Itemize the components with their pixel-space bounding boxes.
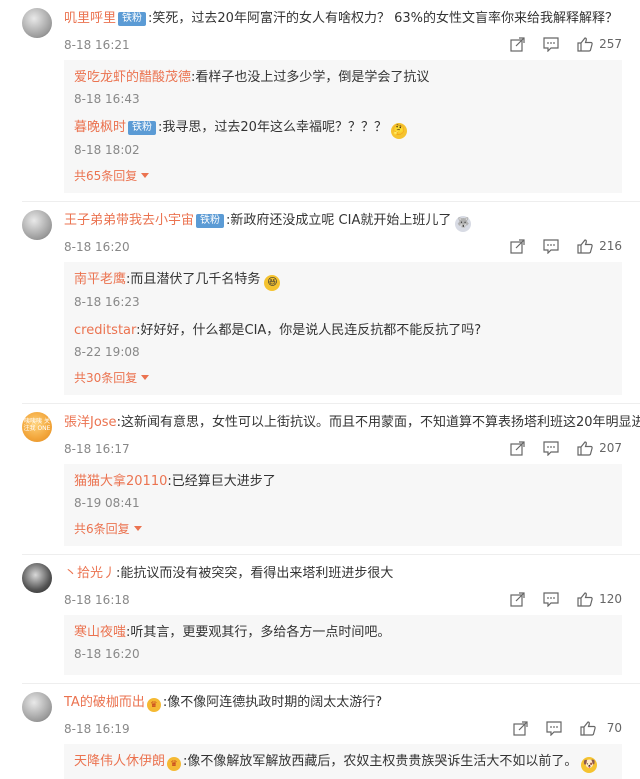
reply-item: 爱吃龙虾的醋酸茂德:看样子也没上过多少学，倒是学会了抗议 8-18 16:43 bbox=[64, 64, 622, 114]
reply-timestamp: 8-18 16:43 bbox=[74, 92, 140, 106]
username[interactable]: 王子弟弟带我去小宇宙 bbox=[64, 213, 194, 228]
comment-text: 王子弟弟带我去小宇宙 铁粉:新政府还没成立呢 CIA就开始上班儿了 🐺 bbox=[64, 212, 610, 232]
thinking-emoji-icon: 🤔 bbox=[390, 123, 407, 139]
reply-item: 天降伟人休伊朗 ♛:像不像解放军解放西藏后，农奴主权贵贵族哭诉生活大不如以前了。 🐶 bbox=[64, 748, 622, 773]
comment-text: 張洋Jose:这新闻有意思，女性可以上街抗议。而且不用蒙面，不知道算不算表扬塔利… bbox=[64, 415, 640, 430]
reply-username[interactable]: 暮晚枫时 bbox=[74, 120, 126, 135]
doge-emoji-icon: 🐶 bbox=[581, 757, 598, 773]
reply-timestamp: 8-18 18:02 bbox=[74, 143, 140, 157]
comment: 叽里呼里 铁粉:笑死，过去20年阿富汗的女人有啥权力？ 63%的女性文盲率你来给我… bbox=[0, 0, 640, 202]
more-replies-link[interactable]: 共65条回复 bbox=[64, 165, 622, 187]
username[interactable]: 張洋Jose bbox=[64, 415, 117, 430]
reply-item: 南平老鹰:而且潜伏了几千名特务 😆 8-18 16:23 bbox=[64, 266, 622, 317]
chevron-down-icon bbox=[141, 375, 150, 380]
comment-text: 叽里呼里 铁粉:笑死，过去20年阿富汗的女人有啥权力？ 63%的女性文盲率你来给我… bbox=[64, 11, 618, 26]
reply-item: 猫猫大拿20110:已经算巨大进步了 8-19 08:41 bbox=[64, 468, 622, 518]
like-icon[interactable] bbox=[577, 36, 593, 52]
reply-timestamp: 8-19 08:41 bbox=[74, 496, 140, 510]
like-count: 207 bbox=[599, 441, 622, 455]
reply-timestamp: 8-18 16:20 bbox=[74, 647, 140, 661]
comment: 王子弟弟带我去小宇宙 铁粉:新政府还没成立呢 CIA就开始上班儿了 🐺 8-18 1… bbox=[0, 202, 640, 404]
reply-item: creditstar:好好好，什么都是CIA，你是说人民连反抗都不能反抗了吗? … bbox=[64, 317, 622, 367]
reply-timestamp: 8-22 19:08 bbox=[74, 345, 140, 359]
like-icon[interactable] bbox=[577, 238, 593, 254]
like-icon[interactable] bbox=[577, 440, 593, 456]
crown-icon: ♛ bbox=[167, 757, 182, 771]
reply-username[interactable]: 爱吃龙虾的醋酸茂德 bbox=[74, 70, 191, 85]
laughing-emoji-icon: 😆 bbox=[264, 275, 281, 291]
username[interactable]: TA的破枷而出 bbox=[64, 695, 145, 710]
comment-icon[interactable] bbox=[546, 720, 562, 736]
comment-text: 丶拾光丿:能抗议而没有被突突，看得出来塔利班进步很大 bbox=[64, 566, 394, 581]
chevron-down-icon bbox=[141, 173, 150, 178]
comment: 咦咦咦 关注我 ONE 張洋Jose:这新闻有意思，女性可以上街抗议。而且不用蒙… bbox=[0, 404, 640, 555]
share-icon[interactable] bbox=[509, 591, 525, 607]
like-icon[interactable] bbox=[580, 720, 596, 736]
reply-list: 猫猫大拿20110:已经算巨大进步了 8-19 08:41 共6条回复 bbox=[64, 464, 622, 546]
share-icon[interactable] bbox=[509, 440, 525, 456]
timestamp: 8-18 16:19 bbox=[64, 722, 130, 736]
reply-username[interactable]: 猫猫大拿20110 bbox=[74, 474, 167, 489]
like-count: 257 bbox=[599, 37, 622, 51]
share-icon[interactable] bbox=[509, 36, 525, 52]
share-icon[interactable] bbox=[509, 238, 525, 254]
username[interactable]: 叽里呼里 bbox=[64, 11, 116, 26]
like-count: 70 bbox=[606, 721, 622, 735]
more-replies-link[interactable]: 共6条回复 bbox=[64, 518, 622, 540]
comment: 丶拾光丿:能抗议而没有被突突，看得出来塔利班进步很大 8-18 16:18 12… bbox=[0, 555, 640, 684]
like-count: 120 bbox=[599, 592, 622, 606]
fan-badge: 铁粉 bbox=[118, 12, 147, 26]
reply-username[interactable]: 南平老鹰 bbox=[74, 272, 126, 287]
reply-list: 寒山夜嗤:听其言，更要观其行，多给各方一点时间吧。 8-18 16:20 bbox=[64, 615, 622, 675]
husky-emoji-icon: 🐺 bbox=[455, 216, 472, 232]
fan-badge: 铁粉 bbox=[196, 214, 225, 228]
timestamp: 8-18 16:18 bbox=[64, 593, 130, 607]
timestamp: 8-18 16:17 bbox=[64, 442, 130, 456]
reply-username[interactable]: 寒山夜嗤 bbox=[74, 625, 126, 640]
fan-badge: 铁粉 bbox=[128, 121, 157, 135]
comment-icon[interactable] bbox=[543, 591, 559, 607]
timestamp: 8-18 16:21 bbox=[64, 38, 130, 52]
comment-icon[interactable] bbox=[543, 238, 559, 254]
reply-username[interactable]: creditstar bbox=[74, 323, 136, 338]
comment-icon[interactable] bbox=[543, 36, 559, 52]
reply-item: 寒山夜嗤:听其言，更要观其行，多给各方一点时间吧。 8-18 16:20 bbox=[64, 619, 622, 669]
username[interactable]: 丶拾光丿 bbox=[64, 566, 116, 581]
reply-list: 天降伟人休伊朗 ♛:像不像解放军解放西藏后，农奴主权贵贵族哭诉生活大不如以前了。 🐶 bbox=[64, 744, 622, 779]
comment-text: TA的破枷而出 ♛:像不像阿连德执政时期的阔太太游行? bbox=[64, 695, 383, 712]
share-icon[interactable] bbox=[512, 720, 528, 736]
comment: TA的破枷而出 ♛:像不像阿连德执政时期的阔太太游行? 8-18 16:19 70… bbox=[0, 684, 640, 779]
like-count: 216 bbox=[599, 239, 622, 253]
chevron-down-icon bbox=[133, 526, 142, 531]
comment-icon[interactable] bbox=[543, 440, 559, 456]
reply-item: 暮晚枫时 铁粉:我寻思，过去20年这么幸福呢？？？？ 🤔 8-18 18:02 bbox=[64, 114, 622, 165]
timestamp: 8-18 16:20 bbox=[64, 240, 130, 254]
reply-list: 爱吃龙虾的醋酸茂德:看样子也没上过多少学，倒是学会了抗议 8-18 16:43 … bbox=[64, 60, 622, 193]
reply-timestamp: 8-18 16:23 bbox=[74, 295, 140, 309]
like-icon[interactable] bbox=[577, 591, 593, 607]
reply-list: 南平老鹰:而且潜伏了几千名特务 😆 8-18 16:23 creditstar:好… bbox=[64, 262, 622, 395]
reply-username[interactable]: 天降伟人休伊朗 bbox=[74, 754, 165, 769]
more-replies-link[interactable]: 共30条回复 bbox=[64, 367, 622, 389]
crown-icon: ♛ bbox=[146, 698, 161, 712]
